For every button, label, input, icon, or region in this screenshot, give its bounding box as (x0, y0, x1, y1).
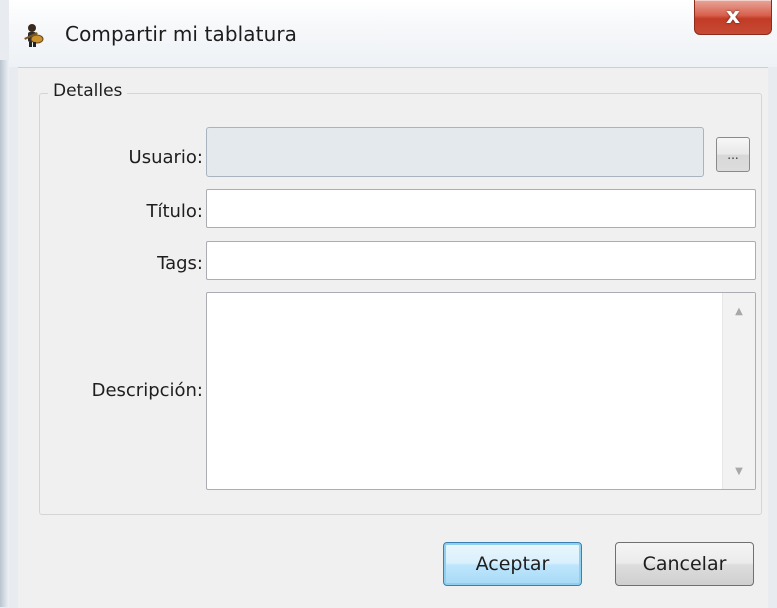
accept-button[interactable]: Aceptar (443, 542, 582, 586)
dialog-body: Detalles Usuario: ... Título: Tags: Desc… (18, 67, 768, 608)
close-button[interactable]: x (694, 0, 772, 35)
scroll-up-arrow-icon[interactable]: ▲ (723, 299, 755, 323)
titulo-field[interactable] (206, 189, 756, 228)
tags-field[interactable] (206, 241, 756, 280)
scroll-down-arrow-icon[interactable]: ▼ (723, 459, 755, 483)
descripcion-container: ▲ ▼ (206, 292, 756, 490)
descripcion-scrollbar[interactable]: ▲ ▼ (722, 293, 755, 489)
close-icon: x (725, 4, 741, 29)
details-legend: Detalles (48, 81, 128, 101)
browse-user-button[interactable]: ... (716, 137, 750, 172)
dialog-window: Compartir mi tablatura x Detalles Usuari… (9, 0, 777, 608)
guitarist-icon (21, 22, 47, 48)
descripcion-label: Descripción: (91, 380, 203, 401)
usuario-label: Usuario: (128, 147, 203, 168)
title-bar[interactable]: Compartir mi tablatura x (9, 0, 777, 67)
descripcion-field[interactable] (207, 293, 722, 489)
usuario-field[interactable] (206, 127, 704, 177)
background-window-edge (0, 60, 9, 607)
titulo-label: Título: (146, 201, 203, 222)
cancel-button[interactable]: Cancelar (615, 542, 754, 586)
window-title: Compartir mi tablatura (65, 22, 298, 46)
tags-label: Tags: (157, 253, 203, 274)
